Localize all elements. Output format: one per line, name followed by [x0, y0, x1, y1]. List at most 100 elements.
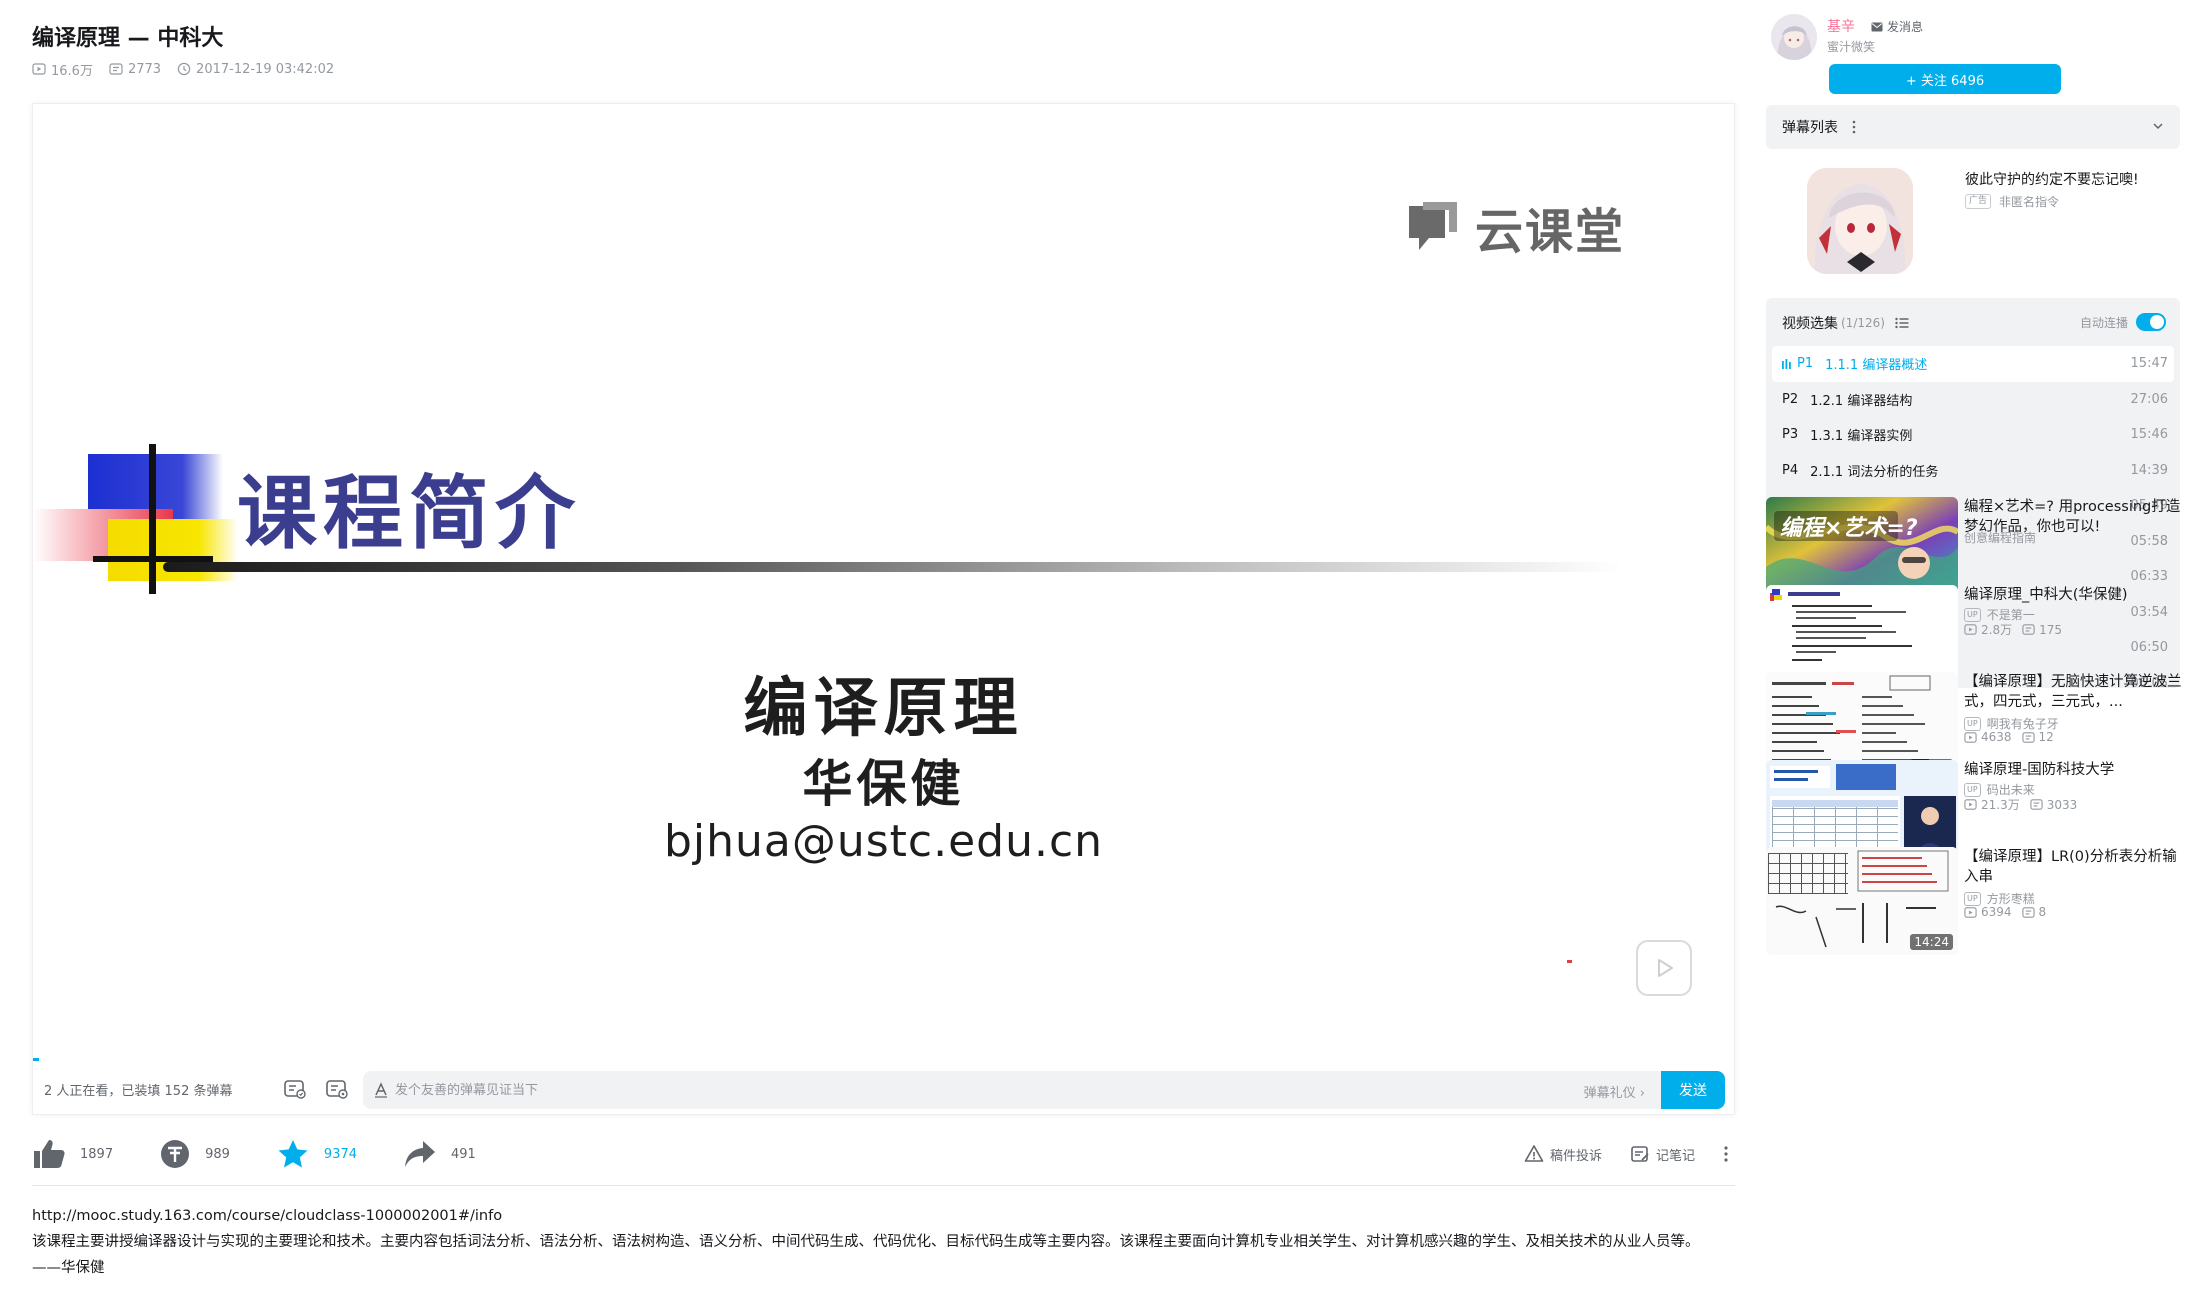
episode-duration: 14:39 — [2130, 462, 2168, 478]
episode-number: P3 — [1782, 427, 1799, 443]
report-button[interactable]: 稿件投诉 — [1524, 1144, 1602, 1164]
cloud-classroom-logo-icon — [1409, 202, 1457, 250]
description-text: 该课程主要讲授编译器设计与实现的主要理论和技术。主要内容包括词法分析、语法分析、… — [32, 1234, 1700, 1250]
slide-heading: 课程简介 — [237, 466, 581, 560]
uploader-card: 基辛 发消息 蜜汁微笑 + 关注 6496 — [1771, 14, 2191, 100]
episode-list-header: 视频选集 (1/126) — [1782, 313, 1909, 333]
more-options-button[interactable] — [1723, 1145, 1735, 1163]
video-area[interactable]: 云课堂 课程简介 编译原理 华保健 bjhua@ustc.edu.cn — [33, 104, 1734, 1052]
danmaku-count: 2773 — [109, 62, 161, 77]
up-tag-icon: UP — [1964, 716, 1981, 731]
recommended-danmaku: 8 — [2021, 905, 2046, 919]
chevron-down-icon[interactable] — [2152, 120, 2164, 132]
coin-button[interactable]: 989 — [159, 1138, 230, 1170]
viewer-count: 2 人正在看，已装填 152 条弹幕 — [44, 1083, 233, 1099]
share-button[interactable]: 491 — [403, 1138, 476, 1170]
coin-icon — [161, 1140, 190, 1168]
recommended-title[interactable]: 编译原理_中科大(华保健) — [1964, 585, 2190, 605]
play-button[interactable] — [1636, 940, 1692, 996]
episode-title: 1.3.1 编译器实例 — [1810, 429, 1913, 445]
avatar[interactable] — [1771, 14, 1817, 60]
episode-item[interactable]: P1 1.1.1 编译器概述 15:47 — [1772, 346, 2174, 382]
more-vertical-icon — [1724, 1146, 1728, 1162]
play-count-icon — [1964, 731, 1977, 743]
recommended-title[interactable]: 编译原理-国防科技大学 — [1964, 760, 2190, 780]
slide-author: 华保健 — [802, 754, 965, 813]
episode-item[interactable]: P3 1.3.1 编译器实例 15:46 — [1772, 417, 2174, 453]
autoplay-toggle[interactable] — [2136, 313, 2166, 331]
danmaku-toggle[interactable] — [274, 1078, 316, 1100]
ad-title[interactable]: 彼此守护的约定不要忘记噢! — [1965, 169, 2139, 189]
recommended-stats: 21.3万 3033 — [1964, 796, 2087, 813]
uploader-signature: 蜜汁微笑 — [1827, 40, 1876, 54]
recommended-views: 4638 — [1964, 730, 2012, 744]
recommended-views: 21.3万 — [1964, 796, 2020, 813]
progress-bar[interactable] — [33, 1058, 39, 1061]
avatar-image — [1771, 14, 1817, 60]
episode-title: 1.2.1 编译器结构 — [1810, 393, 1913, 409]
danmaku-settings[interactable] — [316, 1078, 358, 1100]
play-count-icon — [1964, 906, 1977, 918]
recommended-title[interactable]: 【编译原理】LR(0)分析表分析输入串 — [1964, 847, 2190, 887]
danmaku-icon — [109, 63, 123, 75]
recommended-stats: 4638 12 — [1964, 730, 2064, 744]
play-icon — [1658, 959, 1673, 977]
episode-number: P4 — [1782, 462, 1799, 478]
view-count: 16.6万 — [32, 60, 93, 79]
danmaku-icon — [2022, 624, 2035, 635]
thumbs-up-icon — [34, 1140, 65, 1168]
danmaku-list-title: 弹幕列表 — [1782, 120, 1838, 136]
episode-number: P1 — [1797, 356, 1814, 372]
recommended-thumbnail[interactable]: 14:24 — [1766, 847, 1958, 955]
slide-course-name: 编译原理 — [743, 671, 1024, 746]
video-meta: 16.6万 2773 2017-12-19 03:42:02 — [32, 60, 350, 79]
recommended-duration: 14:24 — [1910, 934, 1953, 950]
mail-icon — [1871, 22, 1883, 31]
episode-list-title: 视频选集 — [1782, 316, 1838, 332]
like-button[interactable]: 1897 — [32, 1138, 113, 1170]
send-button[interactable]: 发送 — [1661, 1071, 1725, 1109]
ad-badge: 广告 — [1965, 194, 1992, 209]
play-count-icon — [32, 63, 46, 75]
pubdate: 2017-12-19 03:42:02 — [177, 62, 334, 77]
list-icon[interactable] — [1895, 317, 1909, 329]
notes-icon — [1631, 1146, 1649, 1162]
danmaku-settings-icon — [326, 1080, 348, 1099]
video-title: 编译原理 — 中科大 — [32, 26, 224, 51]
thumbnail-text: 编程×艺术=? — [1780, 515, 1918, 541]
danmaku-input-wrap: 弹幕礼仪 › 发送 — [363, 1071, 1725, 1109]
video-player[interactable]: 云课堂 课程简介 编译原理 华保健 bjhua@ustc.edu.cn 2 人正… — [32, 103, 1735, 1115]
description-link[interactable]: http://mooc.study.163.com/course/cloudcl… — [32, 1203, 1732, 1229]
recommended-video[interactable]: 14:24 【编译原理】LR(0)分析表分析输入串 UP 方形枣糕 6394 8 — [1766, 847, 2196, 955]
danmaku-etiquette-link[interactable]: 弹幕礼仪 › — [1584, 1082, 1645, 1101]
video-description: http://mooc.study.163.com/course/cloudcl… — [32, 1203, 1732, 1281]
danmaku-icon — [2021, 731, 2035, 743]
warning-icon — [1524, 1145, 1544, 1162]
slide-rule — [163, 562, 1623, 572]
danmaku-input[interactable] — [395, 1082, 1495, 1098]
follow-button[interactable]: + 关注 6496 — [1829, 64, 2061, 94]
episode-item[interactable]: P4 2.1.1 词法分析的任务 14:39 — [1772, 453, 2174, 489]
recommended-danmaku: 3033 — [2030, 798, 2077, 812]
recommended-danmaku: 12 — [2021, 730, 2054, 744]
recommended-owner[interactable]: 创意编程指南 — [1964, 529, 2036, 546]
autoplay-switch[interactable]: 自动连播 — [2080, 313, 2166, 331]
font-style-icon[interactable] — [373, 1082, 389, 1098]
danmaku-send-bar: 2 人正在看，已装填 152 条弹幕 弹幕礼仪 › 发送 — [33, 1064, 1734, 1114]
ad-thumbnail[interactable] — [1807, 168, 1913, 274]
episode-item[interactable]: P2 1.2.1 编译器结构 27:06 — [1772, 382, 2174, 418]
notes-button[interactable]: 记笔记 — [1630, 1144, 1695, 1164]
more-vertical-icon[interactable] — [1852, 120, 1856, 134]
danmaku-list-header[interactable]: 弹幕列表 — [1766, 105, 2180, 149]
ad-character-image — [1807, 168, 1913, 274]
recommended-title[interactable]: 【编译原理】无脑快速计算逆波兰式，四元式，三元式，... — [1964, 672, 2190, 712]
recommended-views: 6394 — [1964, 905, 2012, 919]
favorite-button[interactable]: 9374 — [276, 1138, 357, 1170]
uploader-name[interactable]: 基辛 — [1827, 16, 1855, 36]
ad-card[interactable]: 彼此守护的约定不要忘记噢! 广告 非匿名指令 — [1771, 160, 2181, 286]
play-count-icon — [1964, 624, 1977, 635]
send-message-link[interactable]: 发消息 — [1871, 18, 1923, 35]
episode-title: 2.1.1 词法分析的任务 — [1810, 464, 1939, 480]
play-count-icon — [1964, 799, 1977, 810]
recommended-danmaku: 175 — [2022, 623, 2062, 637]
